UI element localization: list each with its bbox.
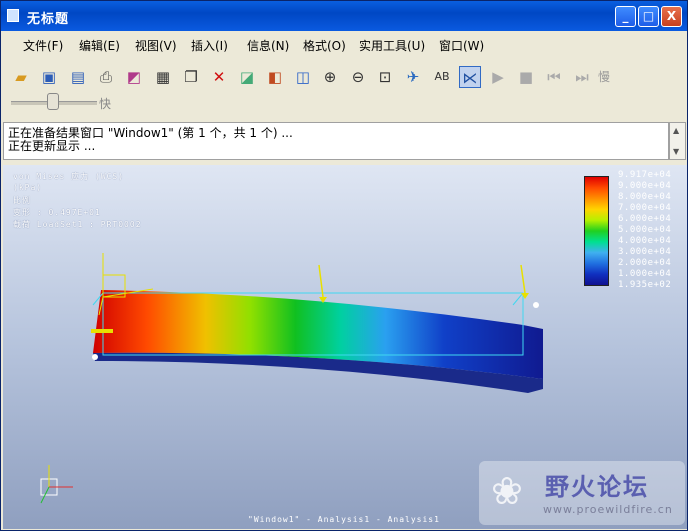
copy-icon[interactable]: ❐ bbox=[180, 66, 202, 88]
scroll-up-icon[interactable]: ▲ bbox=[673, 126, 679, 135]
annotate-icon[interactable]: AB bbox=[431, 66, 453, 88]
app-icon bbox=[7, 9, 19, 22]
maximize-button[interactable]: □ bbox=[638, 6, 659, 27]
menu-info[interactable]: 信息(N) bbox=[247, 37, 289, 54]
load-arrow-1 bbox=[318, 264, 327, 303]
close-button[interactable]: X bbox=[661, 6, 682, 27]
title-bar[interactable]: 无标题 _ □ X bbox=[1, 1, 687, 31]
app-window: 无标题 _ □ X 文件(F) 编辑(E) 视图(V) 插入(I) 信息(N) … bbox=[0, 0, 688, 531]
menu-file[interactable]: 文件(F) bbox=[23, 37, 63, 54]
legend-value: 1.935e+02 bbox=[618, 280, 672, 290]
edit-result-icon[interactable]: ◩ bbox=[123, 66, 145, 88]
scroll-down-icon[interactable]: ▼ bbox=[673, 147, 679, 156]
minimize-button[interactable]: _ bbox=[615, 6, 636, 27]
edit-window-icon[interactable]: ▦ bbox=[152, 66, 174, 88]
delete-icon[interactable]: ✕ bbox=[208, 66, 230, 88]
message-line: 正在更新显示 ... bbox=[8, 139, 96, 153]
legend-value: 7.000e+04 bbox=[618, 203, 672, 213]
legend-value: 5.000e+04 bbox=[618, 225, 672, 235]
legend-value: 2.000e+04 bbox=[618, 258, 672, 268]
play-icon[interactable]: ▶ bbox=[487, 66, 509, 88]
save-icon[interactable]: ▣ bbox=[38, 66, 60, 88]
save-copy-icon[interactable]: ▤ bbox=[67, 66, 89, 88]
refit-icon[interactable]: ⊡ bbox=[374, 66, 396, 88]
load-arrow-2 bbox=[520, 264, 529, 299]
step-forward-icon[interactable]: ⏭ bbox=[571, 66, 593, 88]
constraint-marker bbox=[91, 329, 113, 333]
legend-value: 9.000e+04 bbox=[618, 181, 672, 191]
window-title: 无标题 bbox=[27, 12, 70, 27]
zoom-out-icon[interactable]: ⊖ bbox=[347, 66, 369, 88]
menu-format[interactable]: 格式(O) bbox=[303, 37, 346, 54]
legend-value: 3.000e+04 bbox=[618, 247, 672, 257]
model-result-icon[interactable]: ◧ bbox=[264, 66, 286, 88]
node-marker bbox=[533, 302, 539, 308]
legend-value: 4.000e+04 bbox=[618, 236, 672, 246]
message-line: 正在准备结果窗口 "Window1" (第 1 个，共 1 个) ... bbox=[8, 126, 293, 140]
format-icon[interactable]: ◫ bbox=[292, 66, 314, 88]
graphics-window[interactable]: von Mises 应力 (WCS) (kPa) 比例 变形 : 0.497E+… bbox=[3, 165, 687, 529]
legend-value: 6.000e+04 bbox=[618, 214, 672, 224]
window-caption: "Window1" - Analysis1 - Analysis1 bbox=[248, 515, 440, 524]
triad-icon bbox=[40, 465, 73, 504]
menu-edit[interactable]: 编辑(E) bbox=[79, 37, 120, 54]
menu-insert[interactable]: 插入(I) bbox=[191, 37, 228, 54]
open-icon[interactable]: ▰ bbox=[10, 66, 32, 88]
toolbar: ▰ ▣ ▤ ⎙ ◩ ▦ ❐ ✕ ◪ ◧ ◫ ⊕ ⊖ ⊡ ✈ AB ⋉ ▶ ■ ⏮… bbox=[1, 58, 687, 120]
node-marker bbox=[92, 354, 98, 360]
speed-slider-thumb[interactable] bbox=[47, 93, 59, 110]
menu-window[interactable]: 窗口(W) bbox=[439, 37, 484, 54]
legend-value: 1.000e+04 bbox=[618, 269, 672, 279]
message-area: 正在准备结果窗口 "Window1" (第 1 个，共 1 个) ... 正在更… bbox=[3, 122, 669, 160]
watermark-url: www.proewildfire.cn bbox=[543, 503, 673, 516]
speed-label: 快 bbox=[99, 97, 112, 111]
orient-icon[interactable]: ✈ bbox=[402, 66, 424, 88]
watermark: ❀ 野火论坛 www.proewildfire.cn bbox=[479, 461, 685, 525]
step-back-icon[interactable]: ⏮ bbox=[543, 66, 565, 88]
butterfly-logo-icon: ❀ bbox=[491, 469, 523, 513]
legend-color-bar bbox=[584, 176, 609, 286]
print-icon[interactable]: ⎙ bbox=[95, 66, 117, 88]
stop-icon[interactable]: ■ bbox=[515, 66, 537, 88]
legend-value: 8.000e+04 bbox=[618, 192, 672, 202]
watermark-main: 野火论坛 bbox=[545, 472, 649, 501]
menu-bar: 文件(F) 编辑(E) 视图(V) 插入(I) 信息(N) 格式(O) 实用工具… bbox=[1, 31, 687, 58]
query-icon[interactable]: ⋉ bbox=[459, 66, 481, 88]
message-scrollbar[interactable]: ▲ ▼ bbox=[669, 122, 686, 160]
menu-view[interactable]: 视图(V) bbox=[135, 37, 177, 54]
menu-utilities[interactable]: 实用工具(U) bbox=[359, 37, 425, 54]
legend-value: 9.917e+04 bbox=[618, 170, 672, 180]
slow-label: 慢 bbox=[597, 70, 610, 84]
zoom-in-icon[interactable]: ⊕ bbox=[319, 66, 341, 88]
animate-icon[interactable]: ◪ bbox=[236, 66, 258, 88]
